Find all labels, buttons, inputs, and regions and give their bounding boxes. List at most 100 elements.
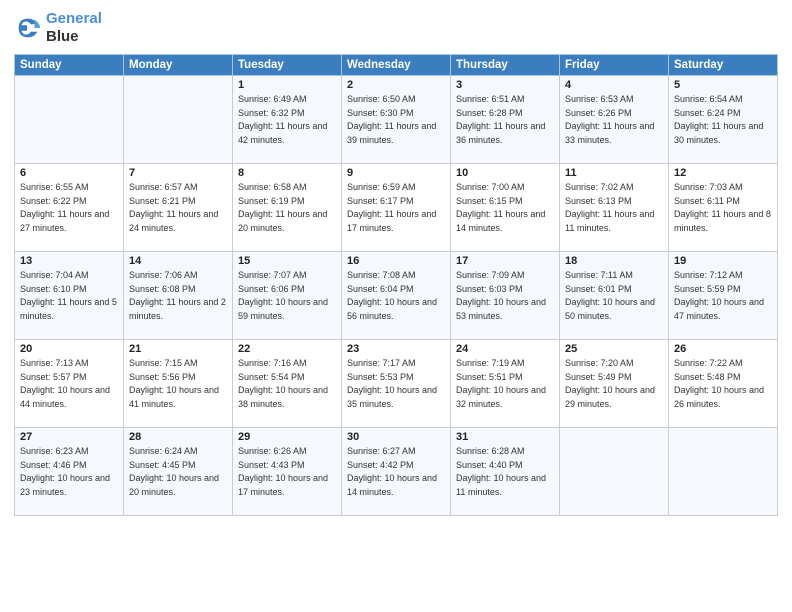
day-info: Sunrise: 7:04 AM Sunset: 6:10 PM Dayligh…	[20, 269, 118, 323]
calendar-cell: 17 Sunrise: 7:09 AM Sunset: 6:03 PM Dayli…	[451, 252, 560, 340]
calendar-cell: 7 Sunrise: 6:57 AM Sunset: 6:21 PM Daylig…	[124, 164, 233, 252]
day-info: Sunrise: 7:12 AM Sunset: 5:59 PM Dayligh…	[674, 269, 772, 323]
calendar-cell: 4Sunrise: 6:53 AM Sunset: 6:26 PM Daylig…	[560, 76, 669, 164]
calendar-cell: 21Sunrise: 7:15 AM Sunset: 5:56 PM Dayli…	[124, 340, 233, 428]
day-info: Sunrise: 7:07 AM Sunset: 6:06 PM Dayligh…	[238, 269, 336, 323]
logo-text: General Blue	[46, 10, 102, 46]
calendar-cell: 11 Sunrise: 7:02 AM Sunset: 6:13 PM Dayli…	[560, 164, 669, 252]
day-number: 1	[238, 79, 336, 91]
day-number: 11	[565, 167, 663, 179]
day-header-monday: Monday	[124, 55, 233, 76]
calendar-cell: 12 Sunrise: 7:03 AM Sunset: 6:11 PM Dayli…	[669, 164, 778, 252]
day-number: 22	[238, 343, 336, 355]
day-number: 29	[238, 431, 336, 443]
day-number: 13	[20, 255, 118, 267]
header-row: SundayMondayTuesdayWednesdayThursdayFrid…	[15, 55, 778, 76]
day-header-thursday: Thursday	[451, 55, 560, 76]
day-info: Sunrise: 6:50 AM Sunset: 6:30 PM Dayligh…	[347, 93, 445, 147]
calendar-cell: 3 Sunrise: 6:51 AM Sunset: 6:28 PM Daylig…	[451, 76, 560, 164]
day-number: 24	[456, 343, 554, 355]
day-number: 5	[674, 79, 772, 91]
week-row-3: 13 Sunrise: 7:04 AM Sunset: 6:10 PM Dayli…	[15, 252, 778, 340]
calendar-cell: 26 Sunrise: 7:22 AM Sunset: 5:48 PM Dayli…	[669, 340, 778, 428]
day-number: 14	[129, 255, 227, 267]
day-info: Sunrise: 6:59 AM Sunset: 6:17 PM Dayligh…	[347, 181, 445, 235]
day-info: Sunrise: 6:51 AM Sunset: 6:28 PM Dayligh…	[456, 93, 554, 147]
day-info: Sunrise: 6:24 AM Sunset: 4:45 PM Dayligh…	[129, 445, 227, 499]
week-row-1: 1Sunrise: 6:49 AM Sunset: 6:32 PM Daylig…	[15, 76, 778, 164]
calendar-cell: 27 Sunrise: 6:23 AM Sunset: 4:46 PM Dayli…	[15, 428, 124, 516]
day-number: 2	[347, 79, 445, 91]
day-number: 7	[129, 167, 227, 179]
calendar-cell: 6Sunrise: 6:55 AM Sunset: 6:22 PM Daylig…	[15, 164, 124, 252]
day-number: 31	[456, 431, 554, 443]
calendar-table: SundayMondayTuesdayWednesdayThursdayFrid…	[14, 54, 778, 516]
calendar-cell: 9 Sunrise: 6:59 AM Sunset: 6:17 PM Daylig…	[342, 164, 451, 252]
day-info: Sunrise: 6:23 AM Sunset: 4:46 PM Dayligh…	[20, 445, 118, 499]
day-info: Sunrise: 7:16 AM Sunset: 5:54 PM Dayligh…	[238, 357, 336, 411]
day-info: Sunrise: 7:13 AM Sunset: 5:57 PM Dayligh…	[20, 357, 118, 411]
day-number: 10	[456, 167, 554, 179]
day-number: 25	[565, 343, 663, 355]
day-number: 15	[238, 255, 336, 267]
day-number: 28	[129, 431, 227, 443]
calendar-cell: 30Sunrise: 6:27 AM Sunset: 4:42 PM Dayli…	[342, 428, 451, 516]
day-number: 23	[347, 343, 445, 355]
day-info: Sunrise: 7:03 AM Sunset: 6:11 PM Dayligh…	[674, 181, 772, 235]
day-info: Sunrise: 6:58 AM Sunset: 6:19 PM Dayligh…	[238, 181, 336, 235]
day-number: 18	[565, 255, 663, 267]
day-number: 26	[674, 343, 772, 355]
calendar-cell: 2 Sunrise: 6:50 AM Sunset: 6:30 PM Daylig…	[342, 76, 451, 164]
day-info: Sunrise: 7:11 AM Sunset: 6:01 PM Dayligh…	[565, 269, 663, 323]
day-header-wednesday: Wednesday	[342, 55, 451, 76]
day-number: 8	[238, 167, 336, 179]
day-info: Sunrise: 7:19 AM Sunset: 5:51 PM Dayligh…	[456, 357, 554, 411]
calendar-cell	[560, 428, 669, 516]
calendar-cell	[124, 76, 233, 164]
calendar-cell: 13 Sunrise: 7:04 AM Sunset: 6:10 PM Dayli…	[15, 252, 124, 340]
day-info: Sunrise: 6:26 AM Sunset: 4:43 PM Dayligh…	[238, 445, 336, 499]
calendar-cell	[669, 428, 778, 516]
day-number: 4	[565, 79, 663, 91]
calendar-cell: 16 Sunrise: 7:08 AM Sunset: 6:04 PM Dayli…	[342, 252, 451, 340]
calendar-cell: 25Sunrise: 7:20 AM Sunset: 5:49 PM Dayli…	[560, 340, 669, 428]
calendar-cell: 8 Sunrise: 6:58 AM Sunset: 6:19 PM Daylig…	[233, 164, 342, 252]
day-info: Sunrise: 6:55 AM Sunset: 6:22 PM Dayligh…	[20, 181, 118, 235]
day-info: Sunrise: 7:17 AM Sunset: 5:53 PM Dayligh…	[347, 357, 445, 411]
day-number: 9	[347, 167, 445, 179]
day-info: Sunrise: 7:02 AM Sunset: 6:13 PM Dayligh…	[565, 181, 663, 235]
calendar-cell: 28 Sunrise: 6:24 AM Sunset: 4:45 PM Dayli…	[124, 428, 233, 516]
day-info: Sunrise: 7:06 AM Sunset: 6:08 PM Dayligh…	[129, 269, 227, 323]
calendar-cell: 31Sunrise: 6:28 AM Sunset: 4:40 PM Dayli…	[451, 428, 560, 516]
calendar-cell: 23 Sunrise: 7:17 AM Sunset: 5:53 PM Dayli…	[342, 340, 451, 428]
calendar-cell: 10 Sunrise: 7:00 AM Sunset: 6:15 PM Dayli…	[451, 164, 560, 252]
calendar-cell: 24 Sunrise: 7:19 AM Sunset: 5:51 PM Dayli…	[451, 340, 560, 428]
day-header-friday: Friday	[560, 55, 669, 76]
day-info: Sunrise: 7:08 AM Sunset: 6:04 PM Dayligh…	[347, 269, 445, 323]
day-number: 12	[674, 167, 772, 179]
calendar-cell	[15, 76, 124, 164]
calendar-cell: 14 Sunrise: 7:06 AM Sunset: 6:08 PM Dayli…	[124, 252, 233, 340]
day-number: 16	[347, 255, 445, 267]
day-number: 20	[20, 343, 118, 355]
day-header-sunday: Sunday	[15, 55, 124, 76]
day-number: 17	[456, 255, 554, 267]
day-info: Sunrise: 7:09 AM Sunset: 6:03 PM Dayligh…	[456, 269, 554, 323]
calendar-cell: 5 Sunrise: 6:54 AM Sunset: 6:24 PM Daylig…	[669, 76, 778, 164]
day-number: 3	[456, 79, 554, 91]
day-info: Sunrise: 6:57 AM Sunset: 6:21 PM Dayligh…	[129, 181, 227, 235]
day-info: Sunrise: 7:22 AM Sunset: 5:48 PM Dayligh…	[674, 357, 772, 411]
day-info: Sunrise: 7:15 AM Sunset: 5:56 PM Dayligh…	[129, 357, 227, 411]
day-number: 30	[347, 431, 445, 443]
day-info: Sunrise: 6:54 AM Sunset: 6:24 PM Dayligh…	[674, 93, 772, 147]
day-number: 19	[674, 255, 772, 267]
logo: General Blue	[14, 10, 102, 46]
week-row-5: 27 Sunrise: 6:23 AM Sunset: 4:46 PM Dayli…	[15, 428, 778, 516]
day-info: Sunrise: 7:00 AM Sunset: 6:15 PM Dayligh…	[456, 181, 554, 235]
calendar-cell: 29 Sunrise: 6:26 AM Sunset: 4:43 PM Dayli…	[233, 428, 342, 516]
day-number: 27	[20, 431, 118, 443]
logo-icon	[14, 14, 42, 42]
page: General Blue SundayMondayTuesdayWednesda…	[0, 0, 792, 612]
calendar-cell: 19 Sunrise: 7:12 AM Sunset: 5:59 PM Dayli…	[669, 252, 778, 340]
week-row-2: 6Sunrise: 6:55 AM Sunset: 6:22 PM Daylig…	[15, 164, 778, 252]
